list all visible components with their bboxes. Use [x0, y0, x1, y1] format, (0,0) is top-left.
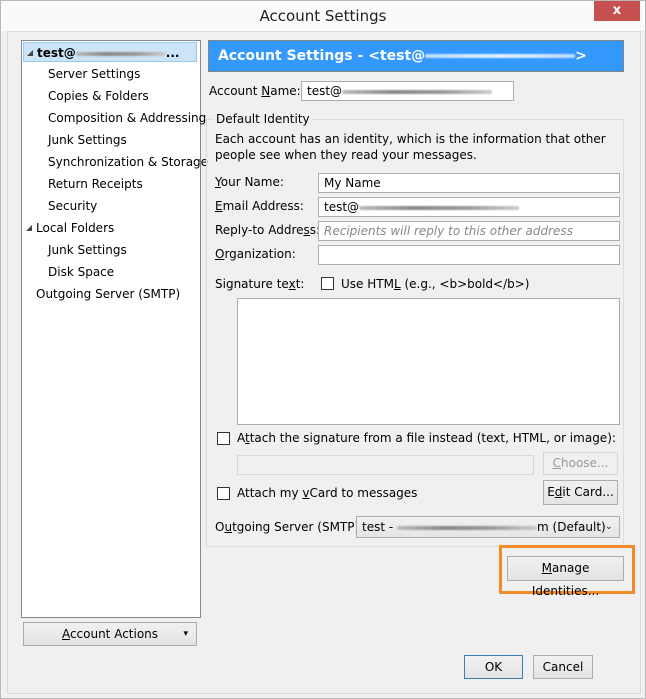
page-header: Account Settings - <test@ > — [208, 40, 624, 72]
close-button[interactable]: x — [594, 1, 640, 21]
button-label-rest: ccount Actions — [69, 627, 159, 641]
redacted-text — [342, 89, 493, 94]
attach-vcard-checkbox[interactable] — [217, 487, 230, 500]
choose-file-button: Choose... — [543, 452, 618, 475]
close-icon: x — [612, 3, 622, 18]
attach-signature-file-label[interactable]: Attach the signature from a file instead… — [237, 431, 616, 445]
tree-item-outgoing-server[interactable]: Outgoing Server (SMTP) — [36, 284, 180, 304]
title-bar: Account Settings x — [1, 1, 645, 31]
use-html-checkbox[interactable] — [321, 277, 334, 290]
tree-item-disk-space[interactable]: Disk Space — [48, 262, 114, 282]
identity-description: Each account has an identity, which is t… — [215, 132, 606, 162]
outgoing-server-label: Outgoing Server (SMTP): — [215, 520, 364, 534]
reply-to-label: Reply-to Address: — [215, 223, 321, 237]
tree-item-return-receipts[interactable]: Return Receipts — [48, 174, 143, 194]
email-address-label: Email Address: — [215, 199, 304, 213]
manage-identities-button[interactable]: Manage Identities... — [507, 556, 624, 598]
attach-signature-file-checkbox[interactable] — [217, 432, 230, 445]
ok-button[interactable]: OK — [464, 655, 523, 679]
tree-item-synchronization-storage[interactable]: Synchronization & Storage — [48, 152, 208, 172]
edit-card-button[interactable]: Edit Card... — [543, 480, 618, 505]
signature-file-path-input — [237, 455, 534, 475]
account-name-input[interactable]: test@ — [301, 81, 514, 101]
chevron-down-icon: ⌄ — [604, 521, 613, 532]
tree-item-local-junk-settings[interactable]: Junk Settings — [48, 240, 127, 260]
ellipsis: ... — [165, 46, 180, 60]
tree-item-security[interactable]: Security — [48, 196, 97, 216]
tree-item-server-settings[interactable]: Server Settings — [48, 64, 140, 84]
your-name-label: Your Name: — [215, 175, 284, 189]
tree-item-junk-settings[interactable]: Junk Settings — [48, 130, 127, 150]
cancel-button[interactable]: Cancel — [533, 655, 593, 679]
expand-triangle-icon[interactable] — [27, 49, 33, 56]
tree-item-label: test@ — [37, 46, 76, 60]
tree-item-local-folders[interactable]: Local Folders — [23, 218, 114, 238]
dropdown-arrow-icon: ▾ — [183, 629, 188, 639]
use-html-label[interactable]: Use HTML (e.g., <b>bold</b>) — [341, 277, 529, 291]
reply-to-placeholder: Recipients will reply to this other addr… — [324, 224, 573, 238]
account-settings-window: Account Settings x test@... Server Setti… — [0, 0, 646, 699]
organization-input[interactable] — [318, 245, 620, 265]
account-name-label: Account Name: — [209, 84, 301, 98]
accesskey: A — [61, 627, 70, 641]
account-tree[interactable]: test@... Server Settings Copies & Folder… — [21, 40, 208, 618]
organization-label: Organization: — [215, 247, 296, 261]
reply-to-input[interactable]: Recipients will reply to this other addr… — [318, 221, 620, 241]
email-address-input[interactable]: test@ — [318, 197, 620, 217]
signature-text-label: Signature text: — [215, 277, 305, 291]
header-text: Account Settings - <test@ — [218, 48, 426, 64]
header-suffix: > — [575, 48, 587, 64]
tree-item-composition-addressing[interactable]: Composition & Addressing — [48, 108, 206, 128]
window-title: Account Settings — [259, 7, 387, 25]
signature-textarea[interactable] — [237, 298, 620, 425]
dialog-content: test@... Server Settings Copies & Folder… — [7, 31, 641, 694]
redacted-text — [75, 51, 166, 56]
redacted-text — [425, 54, 576, 58]
redacted-text — [397, 525, 538, 530]
expand-triangle-icon[interactable] — [26, 224, 32, 231]
account-actions-button[interactable]: AAccount Actionsccount Actions ▾ — [23, 622, 197, 646]
attach-vcard-label[interactable]: Attach my vCard to messages — [237, 486, 417, 500]
outgoing-server-select[interactable]: test - m (Default) ⌄ — [356, 516, 620, 538]
your-name-input[interactable]: My Name — [318, 173, 620, 193]
tree-item-copies-folders[interactable]: Copies & Folders — [48, 86, 149, 106]
tree-item-account[interactable]: test@... — [23, 42, 197, 62]
default-identity-legend: Default Identity — [214, 112, 312, 126]
redacted-text — [359, 205, 520, 210]
tree-item-label: Local Folders — [36, 221, 115, 235]
